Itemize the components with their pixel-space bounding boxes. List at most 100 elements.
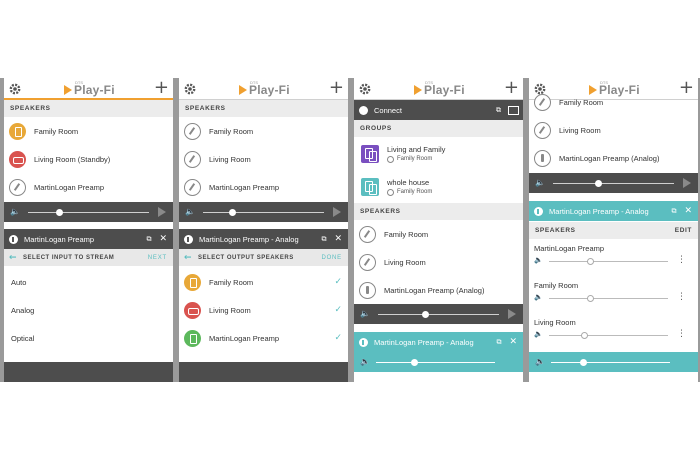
volume-knob[interactable]	[229, 209, 236, 216]
volume-slider[interactable]	[551, 362, 670, 363]
close-icon[interactable]: ✕	[509, 337, 517, 347]
next-button[interactable]: NEXT	[148, 255, 167, 261]
back-arrow-icon[interactable]: ←	[9, 253, 17, 263]
group-icon[interactable]: ⧉	[321, 235, 326, 244]
speaker-row[interactable]: Family Room	[4, 117, 173, 145]
more-options-icon[interactable]: ⋮	[677, 293, 686, 302]
group-speaker-item: MartinLogan Preamp 🔈 ⋮	[534, 244, 686, 265]
speaker-row[interactable]: MartinLogan Preamp	[179, 173, 348, 201]
more-options-icon[interactable]: ⋮	[677, 256, 686, 265]
device-header[interactable]: MartinLogan Preamp - Analog ⧉ ✕	[529, 201, 698, 221]
volume-slider[interactable]	[28, 212, 149, 213]
group-icon	[361, 177, 379, 196]
close-icon[interactable]: ✕	[159, 234, 167, 244]
speaker-row[interactable]: Living Room	[354, 248, 523, 276]
input-option[interactable]: Auto	[11, 278, 26, 287]
volume-icon: 🔈	[10, 207, 20, 216]
add-icon[interactable]: +	[504, 79, 519, 97]
play-icon[interactable]	[333, 207, 341, 217]
play-fi-logo: DTS Play-Fi	[414, 80, 465, 97]
more-options-icon[interactable]: ⋮	[677, 330, 686, 339]
speaker-row[interactable]: MartinLogan Preamp	[4, 173, 173, 201]
group-row[interactable]: Living and Family Family Room	[354, 137, 523, 170]
volume-bar: 🔈	[179, 202, 348, 222]
device-header[interactable]: MartinLogan Preamp - Analog ⧉ ✕	[179, 229, 348, 249]
output-speaker-row[interactable]: Family Room ✓	[179, 268, 348, 296]
speaker-row[interactable]: Family Room	[179, 117, 348, 145]
speaker-icon	[359, 225, 376, 243]
volume-icon: 🔈	[185, 207, 195, 216]
add-icon[interactable]: +	[329, 79, 344, 97]
close-icon[interactable]: ✕	[334, 234, 342, 244]
volume-knob[interactable]	[56, 209, 63, 216]
speaker-icon	[184, 329, 201, 347]
volume-knob[interactable]	[411, 359, 418, 366]
speaker-row[interactable]: MartinLogan Preamp (Analog)	[354, 276, 523, 304]
volume-knob[interactable]	[580, 359, 587, 366]
connect-icon	[359, 105, 368, 115]
input-option[interactable]: Analog	[11, 306, 34, 315]
select-input-bar: ← SELECT INPUT TO STREAM NEXT	[4, 249, 173, 266]
speaker-icon	[534, 93, 551, 111]
speaker-row[interactable]: Family Room	[529, 92, 698, 112]
section-header-speakers: SPEAKERS	[179, 100, 348, 117]
volume-knob[interactable]	[595, 180, 602, 187]
check-icon: ✓	[334, 277, 342, 287]
output-speaker-row[interactable]: Living Room ✓	[179, 296, 348, 324]
volume-knob[interactable]	[422, 311, 429, 318]
play-icon[interactable]	[508, 309, 516, 319]
group-icon[interactable]: ⧉	[496, 106, 501, 115]
speaker-icon	[534, 149, 551, 167]
gear-icon[interactable]	[358, 82, 372, 96]
speaker-icon	[9, 150, 26, 168]
screen-select-output: DTS Play-Fi + SPEAKERS Family Room Living…	[179, 78, 348, 382]
add-icon[interactable]: +	[154, 79, 169, 97]
section-header-groups: GROUPS	[354, 120, 523, 137]
group-speaker-item: Living Room 🔈 ⋮	[534, 318, 686, 339]
output-speaker-row[interactable]: MartinLogan Preamp ✓	[179, 324, 348, 352]
gear-icon[interactable]	[8, 82, 22, 96]
play-icon[interactable]	[683, 178, 691, 188]
volume-bar: 🔈	[354, 304, 523, 324]
teal-volume-bar: 🔈	[354, 352, 523, 372]
group-row[interactable]: whole house Family Room	[354, 170, 523, 203]
gear-icon[interactable]	[183, 82, 197, 96]
speaker-row[interactable]: Living Room	[179, 145, 348, 173]
volume-slider[interactable]	[378, 314, 499, 315]
speaker-row[interactable]: Family Room	[354, 220, 523, 248]
section-header-speakers: SPEAKERS	[354, 203, 523, 220]
device-header[interactable]: MartinLogan Preamp ⧉ ✕	[4, 229, 173, 249]
device-box-icon[interactable]	[508, 105, 519, 115]
volume-icon: 🔈	[360, 309, 370, 318]
connect-bar[interactable]: Connect ⧉	[354, 100, 523, 120]
volume-slider[interactable]	[549, 298, 668, 299]
speaker-row[interactable]: Living Room	[529, 116, 698, 144]
section-header-speakers: SPEAKERS	[529, 222, 698, 239]
volume-slider[interactable]	[376, 362, 495, 363]
device-header[interactable]: MartinLogan Preamp - Analog ⧉ ✕	[354, 332, 523, 352]
edit-button[interactable]: EDIT	[675, 227, 692, 234]
group-icon[interactable]: ⧉	[496, 338, 501, 347]
volume-knob[interactable]	[586, 258, 594, 265]
volume-knob[interactable]	[580, 332, 588, 339]
play-icon[interactable]	[158, 207, 166, 217]
close-icon[interactable]: ✕	[684, 206, 692, 216]
volume-icon: 🔈	[535, 357, 545, 366]
device-icon	[184, 234, 193, 244]
volume-bar: 🔈	[4, 202, 173, 222]
volume-knob[interactable]	[586, 295, 594, 302]
speaker-row[interactable]: Living Room (Standby)	[4, 145, 173, 173]
section-header-speakers: SPEAKERS	[4, 100, 173, 117]
volume-slider[interactable]	[549, 261, 668, 262]
speaker-row[interactable]: MartinLogan Preamp (Analog)	[529, 144, 698, 172]
done-button[interactable]: DONE	[321, 255, 342, 261]
group-icon[interactable]: ⧉	[146, 235, 151, 244]
group-icon[interactable]: ⧉	[671, 207, 676, 216]
volume-slider[interactable]	[553, 183, 674, 184]
volume-slider[interactable]	[549, 335, 668, 336]
back-arrow-icon[interactable]: ←	[184, 253, 192, 263]
input-option[interactable]: Optical	[11, 334, 34, 343]
group-icon	[361, 144, 379, 163]
volume-slider[interactable]	[203, 212, 324, 213]
speaker-mini-icon	[387, 188, 394, 196]
